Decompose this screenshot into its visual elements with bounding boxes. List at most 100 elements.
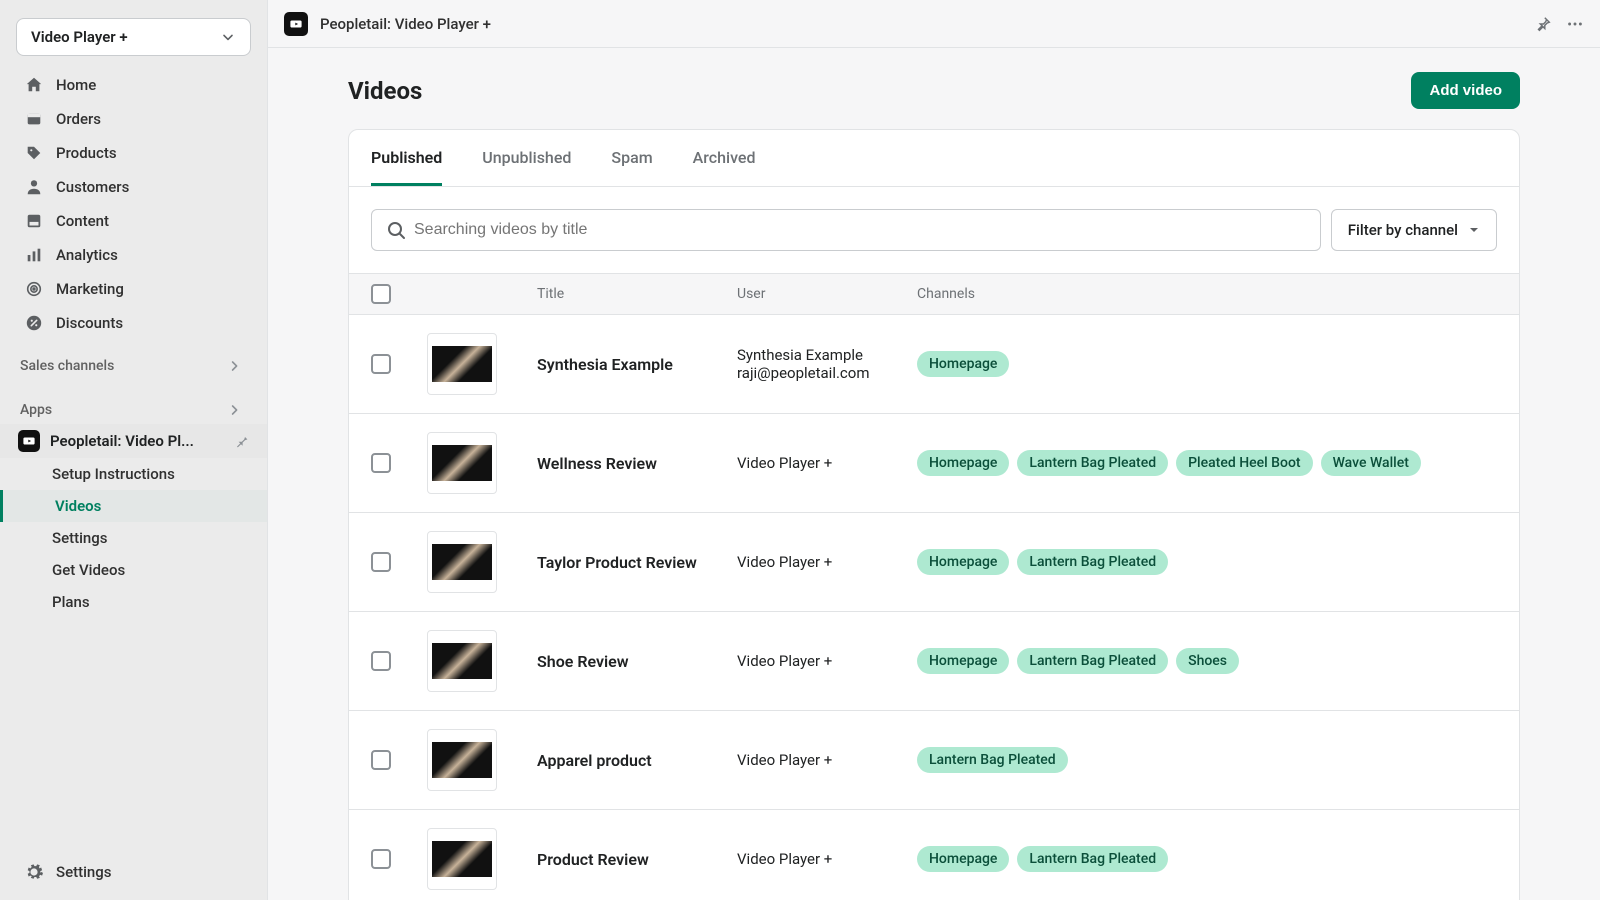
video-thumbnail[interactable] — [427, 333, 497, 395]
row-checkbox[interactable] — [371, 453, 391, 473]
app-logo-icon — [18, 430, 40, 452]
table-row[interactable]: Shoe ReviewVideo Player +HomepageLantern… — [349, 612, 1519, 711]
sidebar-item-marketing[interactable]: Marketing — [0, 272, 267, 306]
channel-tag[interactable]: Pleated Heel Boot — [1176, 450, 1312, 476]
col-title: Title — [537, 286, 737, 302]
table-row[interactable]: Wellness ReviewVideo Player +Homepage Lan… — [349, 414, 1519, 513]
video-thumbnail[interactable] — [427, 432, 497, 494]
channel-tag[interactable]: Shoes — [1176, 648, 1239, 674]
topbar: Peopletail: Video Player + — [268, 0, 1600, 48]
pin-icon[interactable] — [1534, 15, 1552, 33]
sidebar-item-home[interactable]: Home — [0, 68, 267, 102]
sidebar-item-analytics[interactable]: Analytics — [0, 238, 267, 272]
video-thumbnail[interactable] — [427, 828, 497, 890]
tab-archived[interactable]: Archived — [693, 130, 756, 186]
sidebar-footer-settings[interactable]: Settings — [0, 852, 267, 882]
sales-channels-header[interactable]: Sales channels — [0, 350, 267, 380]
app-sub-plans[interactable]: Plans — [0, 586, 267, 618]
video-title: Synthesia Example — [537, 355, 737, 374]
table-body: Synthesia ExampleSynthesia Exampleraji@p… — [349, 315, 1519, 900]
video-user: Video Player + — [737, 454, 917, 472]
search-wrap — [371, 209, 1321, 251]
app-item-peopletail[interactable]: Peopletail: Video Pl... — [0, 424, 267, 458]
apps-label: Apps — [20, 402, 52, 418]
sidebar-item-label: Customers — [56, 178, 129, 196]
page-title: Videos — [348, 77, 422, 105]
discounts-icon — [24, 313, 44, 333]
video-title: Wellness Review — [537, 454, 737, 473]
app-sub-get-videos[interactable]: Get Videos — [0, 554, 267, 586]
video-thumbnail[interactable] — [427, 729, 497, 791]
channel-tag[interactable]: Homepage — [917, 549, 1009, 575]
select-all-checkbox[interactable] — [371, 284, 391, 304]
app-sub-settings[interactable]: Settings — [0, 522, 267, 554]
video-title: Shoe Review — [537, 652, 737, 671]
analytics-icon — [24, 245, 44, 265]
customers-icon — [24, 177, 44, 197]
sidebar: Video Player + Home Orders Products Cust… — [0, 0, 268, 900]
filter-channel-select[interactable]: Filter by channel — [1331, 209, 1497, 251]
channel-tag[interactable]: Lantern Bag Pleated — [1017, 846, 1168, 872]
row-checkbox[interactable] — [371, 651, 391, 671]
chevron-right-icon — [227, 402, 243, 418]
app-sub-setup[interactable]: Setup Instructions — [0, 458, 267, 490]
channel-tag[interactable]: Wave Wallet — [1321, 450, 1421, 476]
channel-tags: Homepage Lantern Bag Pleated — [917, 846, 1497, 872]
channel-tag[interactable]: Homepage — [917, 846, 1009, 872]
sidebar-item-label: Discounts — [56, 314, 123, 332]
app-logo-icon — [284, 12, 308, 36]
channel-tag[interactable]: Lantern Bag Pleated — [1017, 549, 1168, 575]
add-video-button[interactable]: Add video — [1411, 72, 1520, 109]
marketing-icon — [24, 279, 44, 299]
app-sub-videos[interactable]: Videos — [0, 490, 267, 522]
video-thumbnail[interactable] — [427, 531, 497, 593]
video-user: Video Player + — [737, 553, 917, 571]
table-row[interactable]: Product ReviewVideo Player +HomepageLant… — [349, 810, 1519, 900]
search-input[interactable] — [414, 210, 1320, 250]
store-selector[interactable]: Video Player + — [16, 18, 251, 56]
orders-icon — [24, 109, 44, 129]
sidebar-item-label: Marketing — [56, 280, 124, 298]
filter-label: Filter by channel — [1348, 221, 1458, 239]
sidebar-item-orders[interactable]: Orders — [0, 102, 267, 136]
filter-row: Filter by channel — [349, 187, 1519, 273]
app-item-label: Peopletail: Video Pl... — [50, 432, 223, 450]
apps-header[interactable]: Apps — [0, 394, 267, 424]
tab-published[interactable]: Published — [371, 130, 442, 186]
pin-icon[interactable] — [233, 433, 249, 449]
main: Peopletail: Video Player + Videos Add vi… — [268, 0, 1600, 900]
row-checkbox[interactable] — [371, 354, 391, 374]
channel-tag[interactable]: Lantern Bag Pleated — [1017, 450, 1168, 476]
video-user: Video Player + — [737, 850, 917, 868]
sidebar-item-products[interactable]: Products — [0, 136, 267, 170]
channel-tag[interactable]: Homepage — [917, 450, 1009, 476]
col-channels: Channels — [917, 286, 1497, 302]
row-checkbox[interactable] — [371, 849, 391, 869]
sidebar-item-customers[interactable]: Customers — [0, 170, 267, 204]
sidebar-item-content[interactable]: Content — [0, 204, 267, 238]
table-row[interactable]: Taylor Product ReviewVideo Player +Homep… — [349, 513, 1519, 612]
page: Videos Add video Published Unpublished S… — [268, 48, 1600, 900]
channel-tag[interactable]: Homepage — [917, 648, 1009, 674]
row-checkbox[interactable] — [371, 552, 391, 572]
video-title: Apparel product — [537, 751, 737, 770]
sidebar-item-label: Products — [56, 144, 117, 162]
table-header: Title User Channels — [349, 273, 1519, 315]
home-icon — [24, 75, 44, 95]
sidebar-item-discounts[interactable]: Discounts — [0, 306, 267, 340]
channel-tag[interactable]: Homepage — [917, 351, 1009, 377]
video-user: Synthesia Exampleraji@peopletail.com — [737, 346, 917, 382]
tab-spam[interactable]: Spam — [611, 130, 652, 186]
channel-tag[interactable]: Lantern Bag Pleated — [917, 747, 1068, 773]
channel-tag[interactable]: Lantern Bag Pleated — [1017, 648, 1168, 674]
caret-down-icon — [1468, 224, 1480, 236]
table-row[interactable]: Apparel productVideo Player +Lantern Bag… — [349, 711, 1519, 810]
col-user: User — [737, 286, 917, 302]
row-checkbox[interactable] — [371, 750, 391, 770]
sidebar-item-label: Home — [56, 76, 96, 94]
more-icon[interactable] — [1566, 15, 1584, 33]
table-row[interactable]: Synthesia ExampleSynthesia Exampleraji@p… — [349, 315, 1519, 414]
tab-unpublished[interactable]: Unpublished — [482, 130, 571, 186]
sidebar-footer-label: Settings — [56, 863, 112, 881]
video-thumbnail[interactable] — [427, 630, 497, 692]
